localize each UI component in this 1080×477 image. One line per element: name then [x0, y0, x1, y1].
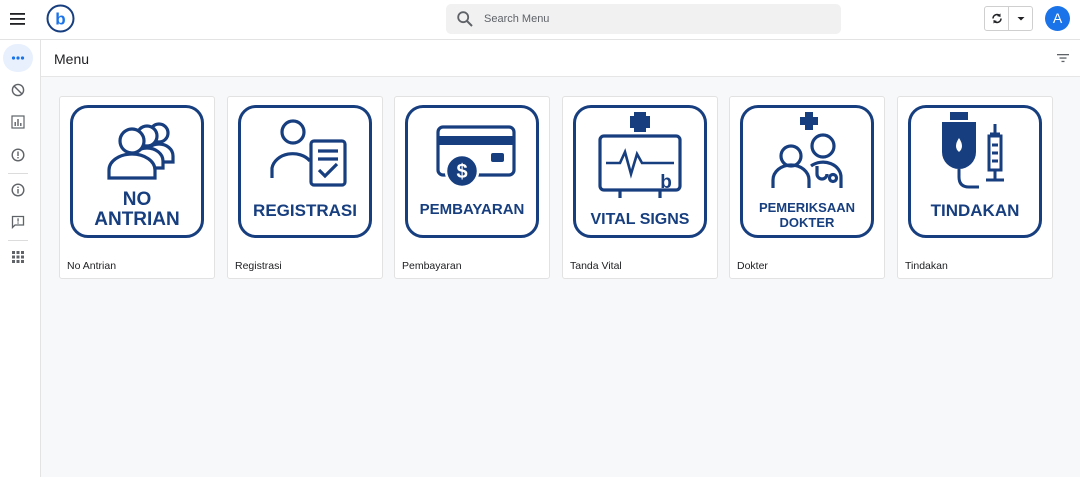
page-header: Menu: [41, 40, 1080, 77]
rail-divider: [8, 173, 28, 174]
tile-text: DOKTER: [779, 215, 835, 230]
card-label: Registrasi: [235, 260, 282, 272]
block-icon: [11, 83, 25, 97]
error-icon: [11, 148, 25, 162]
info-icon: [11, 183, 25, 197]
card-label: Tindakan: [905, 260, 948, 272]
menu-card-dokter[interactable]: PEMERIKSAAN DOKTER Dokter: [729, 96, 885, 279]
page-title: Menu: [54, 51, 90, 67]
logo-icon: b: [46, 4, 75, 33]
filter-icon[interactable]: [1057, 53, 1069, 63]
rail-item-report[interactable]: [3, 108, 33, 136]
rail-item-alert[interactable]: [3, 141, 33, 169]
tile-text: ANTRIAN: [94, 209, 180, 230]
search-icon[interactable]: [456, 10, 474, 28]
menu-tile: $ PEMBAYARAN: [405, 105, 539, 238]
search-input[interactable]: [484, 4, 834, 34]
bar-chart-icon: [11, 115, 25, 129]
side-rail: [0, 40, 41, 477]
user-avatar[interactable]: A: [1045, 6, 1070, 31]
tile-text: NO: [122, 189, 152, 210]
refresh-button[interactable]: [985, 7, 1009, 30]
refresh-control: [984, 6, 1033, 31]
menu-tile: PEMERIKSAAN DOKTER: [740, 105, 874, 238]
rail-item-apps[interactable]: [3, 243, 33, 271]
menu-card-registrasi[interactable]: REGISTRASI Registrasi: [227, 96, 383, 279]
menu-tile: TINDAKAN: [908, 105, 1042, 238]
tile-text: VITAL SIGNS: [590, 211, 690, 228]
app-logo[interactable]: b: [46, 4, 75, 33]
caret-down-icon: [1017, 17, 1025, 21]
more-horiz-icon: [11, 56, 25, 60]
rail-item-feedback[interactable]: [3, 208, 33, 236]
card-label: Dokter: [737, 260, 768, 272]
tile-text: TINDAKAN: [930, 201, 1020, 220]
menu-card-tanda-vital[interactable]: b VITAL SIGNS Tanda Vital: [562, 96, 718, 279]
rail-item-block[interactable]: [3, 76, 33, 104]
menu-tile: REGISTRASI: [238, 105, 372, 238]
tile-text: PEMERIKSAAN: [758, 200, 856, 215]
menu-tile: NO ANTRIAN: [70, 105, 204, 238]
refresh-options-button[interactable]: [1009, 7, 1033, 30]
feedback-icon: [11, 215, 25, 229]
rail-item-more[interactable]: [3, 44, 33, 72]
card-label: No Antrian: [67, 260, 117, 272]
logo-letter: b: [55, 10, 65, 29]
card-label: Tanda Vital: [570, 260, 622, 272]
svg-text:$: $: [456, 161, 467, 183]
apps-icon: [12, 251, 24, 263]
card-label: Pembayaran: [402, 260, 462, 272]
refresh-icon: [992, 13, 1002, 24]
svg-text:b: b: [660, 172, 672, 193]
menu-tile: b VITAL SIGNS: [573, 105, 707, 238]
menu-card-tindakan[interactable]: TINDAKAN Tindakan: [897, 96, 1053, 279]
menu-card-pembayaran[interactable]: $ PEMBAYARAN Pembayaran: [394, 96, 550, 279]
tile-text: PEMBAYARAN: [419, 201, 525, 218]
top-bar: b A: [0, 0, 1080, 40]
search-bar[interactable]: [446, 4, 841, 34]
tile-text: REGISTRASI: [253, 201, 357, 220]
rail-item-info[interactable]: [3, 176, 33, 204]
rail-divider: [8, 240, 28, 241]
menu-grid: NO ANTRIAN No Antrian REGISTRASI Registr…: [59, 96, 1054, 280]
hamburger-icon[interactable]: [8, 9, 28, 29]
menu-card-no-antrian[interactable]: NO ANTRIAN No Antrian: [59, 96, 215, 279]
